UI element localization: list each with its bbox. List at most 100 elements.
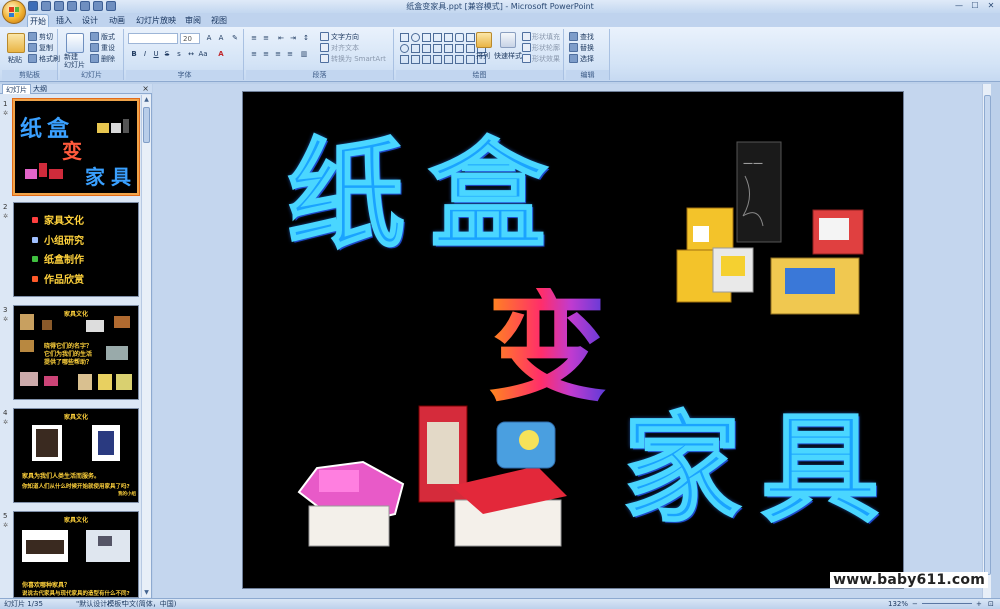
grow-font-icon[interactable]: A xyxy=(204,33,214,43)
tab-design[interactable]: 设计 xyxy=(80,14,100,27)
slide-thumbnail-5[interactable]: 家具文化 你喜欢哪种家具？ 说说古代家具与现代家具的造型有什么不同? xyxy=(13,511,139,598)
format-painter-icon[interactable] xyxy=(28,54,37,63)
paper-furniture-image xyxy=(297,405,567,547)
numbering-icon[interactable]: ≡ xyxy=(261,33,271,43)
find-icon[interactable] xyxy=(569,32,578,41)
slide-thumbnail-3[interactable]: 家具文化 晓得它们的名字？ 它们为我们的生活 提供了哪些帮助？ xyxy=(13,305,139,400)
scroll-up-icon[interactable]: ▲ xyxy=(142,95,151,104)
tab-animation[interactable]: 动画 xyxy=(107,14,127,27)
paste-icon[interactable] xyxy=(7,33,25,53)
align-text-icon[interactable] xyxy=(320,43,329,52)
slide-thumbnail-1[interactable]: 纸 盒 变 家 具 xyxy=(12,98,140,196)
theme-name[interactable]: "默认设计模板" xyxy=(76,599,124,609)
align-center-icon[interactable]: ≡ xyxy=(261,49,271,59)
font-name-combo[interactable] xyxy=(128,33,178,44)
align-left-icon[interactable]: ≡ xyxy=(249,49,259,59)
panel-close-button[interactable]: × xyxy=(142,84,149,94)
shape-fill-label[interactable]: 形状填充 xyxy=(532,32,560,42)
main-scroll-thumb[interactable] xyxy=(984,95,991,575)
select-label[interactable]: 选择 xyxy=(580,54,594,64)
smartart-icon[interactable] xyxy=(320,54,329,63)
increase-indent-icon[interactable]: ⇥ xyxy=(288,33,298,43)
shapes-gallery[interactable] xyxy=(400,33,486,64)
zoom-out-icon[interactable]: − xyxy=(912,599,918,609)
format-painter-label[interactable]: 格式刷 xyxy=(39,54,60,64)
copy-label[interactable]: 复制 xyxy=(39,43,53,53)
current-slide[interactable]: 纸 盒 —— 变 家 具 xyxy=(242,91,904,589)
slide-thumbnail-4[interactable]: 家具文化 家具为我们人类生活而服务。 你知道人们从什么时候开始就使用家具了吗? … xyxy=(13,408,139,503)
shape-outline-label[interactable]: 形状轮廓 xyxy=(532,43,560,53)
line-spacing-icon[interactable]: ↕ xyxy=(301,33,311,43)
panel-scrollbar[interactable]: ▲ ▼ xyxy=(141,95,151,597)
fit-slide-icon[interactable]: ⊡ xyxy=(988,599,994,609)
text-direction-label[interactable]: 文字方向 xyxy=(331,32,359,42)
layout-label[interactable]: 版式 xyxy=(101,32,115,42)
find-label[interactable]: 查找 xyxy=(580,32,594,42)
font-size-combo[interactable]: 20 xyxy=(180,33,200,44)
quick-styles-label[interactable]: 快速样式 xyxy=(494,51,522,61)
replace-icon[interactable] xyxy=(569,43,578,52)
zoom-in-icon[interactable]: + xyxy=(976,599,982,609)
maximize-button[interactable]: ☐ xyxy=(968,1,982,11)
paper-boxes-image: —— xyxy=(676,141,864,315)
copy-icon[interactable] xyxy=(28,43,37,52)
align-right-icon[interactable]: ≡ xyxy=(273,49,283,59)
minimize-button[interactable]: — xyxy=(952,1,966,11)
zoom-slider[interactable] xyxy=(922,603,972,604)
arrange-icon[interactable] xyxy=(476,32,492,48)
slide-number: 3 xyxy=(3,306,8,314)
bullets-icon[interactable]: ≡ xyxy=(249,33,259,43)
bold-icon[interactable]: B xyxy=(129,49,139,59)
tab-home[interactable]: 开始 xyxy=(27,14,49,27)
reset-label[interactable]: 重设 xyxy=(101,43,115,53)
align-text-label[interactable]: 对齐文本 xyxy=(331,43,359,53)
text-direction-icon[interactable] xyxy=(320,32,329,41)
language[interactable]: 中文(简体，中国) xyxy=(122,599,176,609)
panel-scroll-thumb[interactable] xyxy=(143,107,150,143)
decrease-indent-icon[interactable]: ⇤ xyxy=(276,33,286,43)
layout-icon[interactable] xyxy=(90,32,99,41)
tab-review[interactable]: 审阅 xyxy=(183,14,203,27)
shape-effects-label[interactable]: 形状效果 xyxy=(532,54,560,64)
tab-view[interactable]: 视图 xyxy=(209,14,229,27)
italic-icon[interactable]: I xyxy=(140,49,150,59)
zoom-level[interactable]: 132% xyxy=(888,599,908,609)
tab-outline[interactable]: 大纲 xyxy=(30,84,50,94)
quick-styles-icon[interactable] xyxy=(500,32,516,48)
tab-insert[interactable]: 插入 xyxy=(54,14,74,27)
smartart-label[interactable]: 转换为 SmartArt xyxy=(331,54,386,64)
justify-icon[interactable]: ≡ xyxy=(285,49,295,59)
furniture-image xyxy=(106,346,128,360)
shadow-icon[interactable]: s xyxy=(174,49,184,59)
char-spacing-icon[interactable]: ↔ xyxy=(186,49,196,59)
cut-label[interactable]: 剪切 xyxy=(39,32,53,42)
main-scrollbar[interactable] xyxy=(982,84,991,598)
shape-effects-icon[interactable] xyxy=(522,54,531,63)
office-button[interactable] xyxy=(2,0,26,24)
font-color-icon[interactable]: A xyxy=(216,49,226,59)
close-button[interactable]: ✕ xyxy=(984,1,998,11)
cut-icon[interactable] xyxy=(28,32,37,41)
shrink-font-icon[interactable]: A xyxy=(216,33,226,43)
arrange-label[interactable]: 排列 xyxy=(476,51,490,61)
strikethrough-icon[interactable]: S xyxy=(162,49,172,59)
spellcheck-icon[interactable]: ✓ xyxy=(106,599,112,609)
shape-fill-icon[interactable] xyxy=(522,32,531,41)
slide-thumbnail-2[interactable]: 家具文化 小组研究 纸盒制作 作品欣赏 xyxy=(13,202,139,297)
delete-icon[interactable] xyxy=(90,54,99,63)
replace-label[interactable]: 替换 xyxy=(580,43,594,53)
tab-slides[interactable]: 幻灯片 xyxy=(2,84,31,94)
new-slide-icon[interactable] xyxy=(66,33,84,53)
change-case-icon[interactable]: Aa xyxy=(198,49,208,59)
clear-format-icon[interactable]: ✎ xyxy=(230,33,240,43)
delete-label[interactable]: 删除 xyxy=(101,54,115,64)
columns-icon[interactable]: ▥ xyxy=(299,49,309,59)
scroll-down-icon[interactable]: ▼ xyxy=(142,588,151,597)
reset-icon[interactable] xyxy=(90,43,99,52)
tab-slideshow[interactable]: 幻灯片放映 xyxy=(136,14,176,27)
office-logo-icon xyxy=(9,7,19,17)
new-slide-label[interactable]: 新建 幻灯片 xyxy=(64,53,85,69)
shape-outline-icon[interactable] xyxy=(522,43,531,52)
underline-icon[interactable]: U xyxy=(151,49,161,59)
select-icon[interactable] xyxy=(569,54,578,63)
